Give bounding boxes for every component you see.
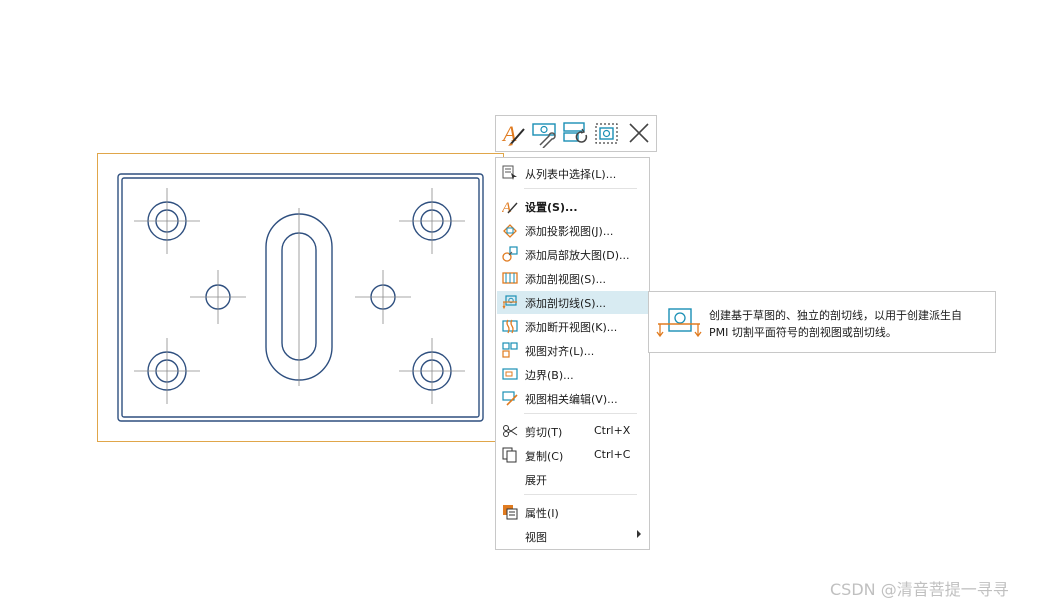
style-settings-button[interactable]: A bbox=[500, 119, 528, 148]
view-boundary-icon bbox=[595, 123, 618, 144]
menu-item-add-projected-view[interactable]: 添加投影视图(J)... bbox=[497, 219, 648, 242]
menu-item-label: 复制(C) bbox=[525, 450, 564, 463]
menu-item-settings[interactable]: A 设置(S)... bbox=[497, 195, 648, 218]
menu-item-view-submenu[interactable]: 视图 bbox=[497, 525, 648, 548]
menu-separator bbox=[524, 188, 637, 189]
menu-item-label: 添加断开视图(K)... bbox=[525, 321, 618, 334]
boundary-icon bbox=[502, 368, 518, 380]
edit-view-settings-icon bbox=[532, 123, 556, 149]
menu-item-label: 添加局部放大图(D)... bbox=[525, 249, 630, 262]
view-boundary-button[interactable] bbox=[593, 119, 621, 148]
menu-item-label: 添加剖切线(S)... bbox=[525, 297, 607, 310]
shortcut-label: Ctrl+X bbox=[594, 424, 631, 437]
menu-item-add-section-line[interactable]: 添加剖切线(S)... bbox=[497, 291, 648, 314]
menu-item-label: 边界(B)... bbox=[525, 369, 574, 382]
menu-item-label: 属性(I) bbox=[525, 507, 559, 520]
menu-item-add-section-view[interactable]: 添加剖视图(S)... bbox=[497, 267, 648, 290]
menu-item-properties[interactable]: 属性(I) bbox=[497, 501, 648, 524]
tooltip-line-1: 创建基于草图的、独立的剖切线，以用于创建派生自 bbox=[709, 309, 962, 322]
menu-item-label: 视图相关编辑(V)... bbox=[525, 393, 618, 406]
section-view-icon bbox=[502, 272, 518, 284]
watermark: CSDN @清音菩提一寻寻 bbox=[830, 580, 1009, 599]
menu-item-label: 视图 bbox=[525, 531, 547, 544]
tooltip-text: 创建基于草图的、独立的剖切线，以用于创建派生自 PMI 切割平面符号的剖视图或剖… bbox=[709, 307, 989, 341]
section-line-icon bbox=[502, 295, 517, 310]
copy-icon bbox=[502, 447, 517, 463]
close-icon bbox=[629, 123, 649, 143]
menu-item-copy[interactable]: 复制(C) Ctrl+C bbox=[497, 444, 648, 467]
menu-item-label: 添加投影视图(J)... bbox=[525, 225, 614, 238]
section-line-tooltip: 创建基于草图的、独立的剖切线，以用于创建派生自 PMI 切割平面符号的剖视图或剖… bbox=[648, 291, 996, 353]
svg-text:A: A bbox=[501, 121, 517, 146]
menu-item-label: 剪切(T) bbox=[525, 426, 563, 439]
close-toolbar-button[interactable] bbox=[625, 119, 653, 148]
edit-view-settings-button[interactable] bbox=[531, 119, 559, 149]
break-view-icon bbox=[502, 319, 518, 334]
view-context-menu: 从列表中选择(L)... A 设置(S)... 添加投影视图(J)... 添加局… bbox=[495, 157, 650, 550]
menu-item-add-break-view[interactable]: 添加断开视图(K)... bbox=[497, 315, 648, 338]
menu-item-label: 设置(S)... bbox=[525, 201, 578, 214]
tooltip-line-2: PMI 切割平面符号的剖视图或剖切线。 bbox=[709, 326, 897, 339]
update-view-button[interactable] bbox=[562, 119, 590, 148]
section-line-icon bbox=[656, 308, 702, 338]
menu-item-view-dependent-edit[interactable]: 视图相关编辑(V)... bbox=[497, 387, 648, 410]
menu-item-label: 展开 bbox=[525, 474, 547, 487]
view-dependent-edit-icon bbox=[502, 391, 518, 406]
view-toolbar: A bbox=[495, 115, 657, 152]
detail-view-icon bbox=[502, 246, 518, 262]
drawing-view[interactable] bbox=[97, 153, 504, 442]
menu-item-add-detail-view[interactable]: 添加局部放大图(D)... bbox=[497, 243, 648, 266]
menu-item-select-from-list[interactable]: 从列表中选择(L)... bbox=[497, 162, 648, 185]
projected-view-icon bbox=[503, 224, 517, 238]
menu-item-view-align[interactable]: 视图对齐(L)... bbox=[497, 339, 648, 362]
style-settings-icon: A bbox=[501, 121, 525, 146]
view-align-icon bbox=[502, 342, 518, 358]
menu-item-label: 从列表中选择(L)... bbox=[525, 168, 617, 181]
svg-text:A: A bbox=[502, 200, 512, 214]
menu-item-label: 视图对齐(L)... bbox=[525, 345, 595, 358]
menu-item-boundary[interactable]: 边界(B)... bbox=[497, 363, 648, 386]
select-from-list-icon bbox=[502, 165, 517, 180]
submenu-arrow-icon bbox=[637, 530, 641, 538]
menu-separator bbox=[524, 413, 637, 414]
cut-icon bbox=[503, 425, 518, 437]
menu-item-label: 添加剖视图(S)... bbox=[525, 273, 607, 286]
centerlines bbox=[134, 188, 465, 404]
menu-item-cut[interactable]: 剪切(T) Ctrl+X bbox=[497, 420, 648, 443]
shortcut-label: Ctrl+C bbox=[594, 448, 631, 461]
properties-icon bbox=[503, 505, 518, 520]
update-view-icon bbox=[563, 122, 588, 143]
settings-icon: A bbox=[502, 200, 518, 214]
menu-separator bbox=[524, 494, 637, 495]
menu-item-expand[interactable]: 展开 bbox=[497, 468, 648, 491]
